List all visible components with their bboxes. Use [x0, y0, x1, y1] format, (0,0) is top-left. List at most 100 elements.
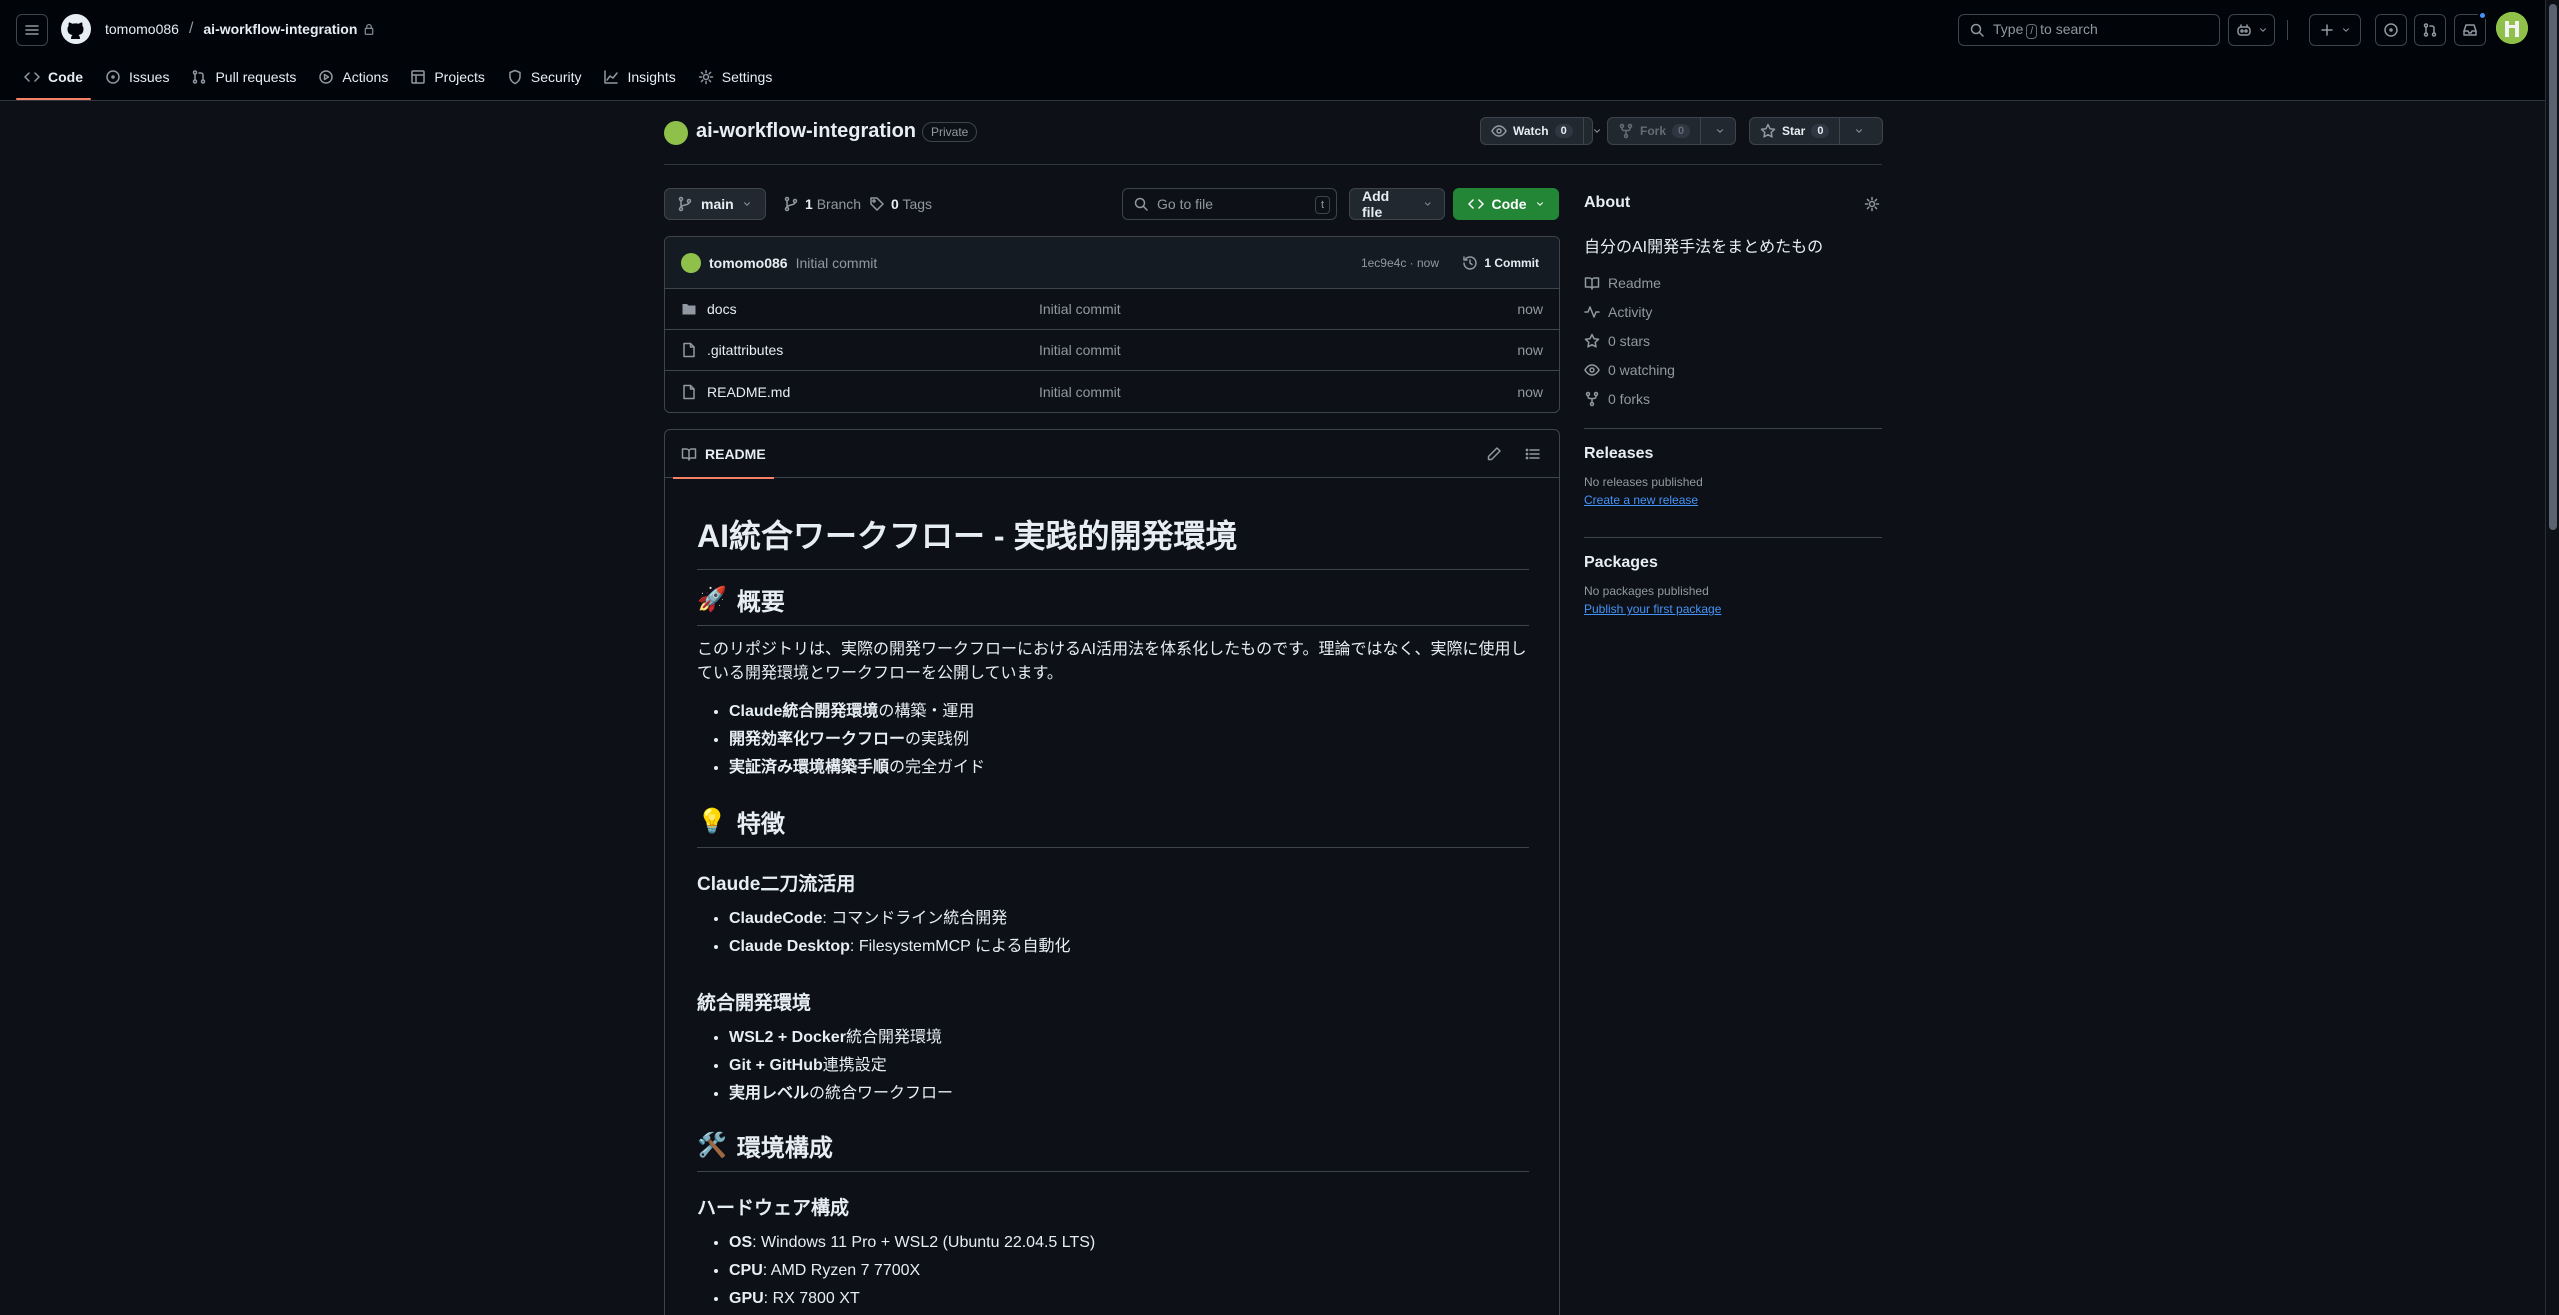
scrollbar-thumb[interactable] [2549, 4, 2557, 530]
claude-list: ClaudeCode: コマンドライン統合開発 Claude Desktop: … [729, 905, 1071, 961]
releases-heading[interactable]: Releases [1584, 445, 1882, 463]
packages-heading[interactable]: Packages [1584, 554, 1882, 572]
commit-meta[interactable]: 1ec9e4c · now [1361, 256, 1439, 270]
fork-label: Fork [1640, 124, 1667, 138]
pull-request-icon [193, 70, 206, 84]
table-icon [411, 70, 426, 84]
list-item: ClaudeCode: コマンドライン統合開発 [729, 905, 1071, 933]
go-to-file-input[interactable]: Go to file t [1122, 188, 1337, 220]
avatar-image [2496, 12, 2528, 44]
list-item-bold: Claude統合開発環境 [729, 703, 879, 720]
list-item-bold: GPU [729, 1290, 764, 1307]
list-item-text: 統合開発環境 [845, 1029, 942, 1046]
section-title: 概要 [736, 589, 785, 616]
latest-commit-row: tomomo086 Initial commit 1ec9e4c · now 1… [665, 237, 1559, 289]
user-avatar[interactable] [2496, 12, 2528, 44]
fork-button[interactable]: Fork 0 [1607, 117, 1736, 145]
pull-request-icon [2423, 23, 2437, 37]
owner-link[interactable]: tomomo086 [105, 21, 179, 37]
go-to-file-shortcut: t [1314, 196, 1330, 214]
repo-link[interactable]: ai-workflow-integration [203, 21, 357, 37]
file-name[interactable]: .gitattributes [707, 342, 783, 358]
about-link-stars[interactable]: 0 stars [1584, 333, 1650, 349]
shield-icon [509, 69, 521, 85]
file-name[interactable]: docs [707, 301, 737, 317]
copilot-button[interactable] [2228, 14, 2275, 46]
list-item: 開発効率化ワークフローの実践例 [729, 726, 985, 754]
tab-label: Code [48, 69, 83, 85]
list-item-bold: CPU [729, 1262, 763, 1279]
pull-requests-button[interactable] [2414, 14, 2446, 46]
list-item-text: の実践例 [905, 731, 970, 748]
file-row-docs[interactable]: docs Initial commit now [665, 289, 1559, 330]
star-dropdown[interactable] [1839, 118, 1878, 144]
star-button[interactable]: Star 0 [1749, 117, 1883, 145]
star-label: Star [1782, 124, 1806, 138]
list-item-text: : RX 7800 XT [763, 1290, 860, 1307]
create-release-link[interactable]: Create a new release [1584, 493, 1882, 507]
tags-link[interactable]: 0 Tags [869, 196, 932, 212]
gear-icon [698, 69, 713, 85]
github-logo-icon[interactable] [60, 13, 92, 45]
branches-link[interactable]: 1 Branch [783, 196, 861, 212]
watch-button[interactable]: Watch 0 [1480, 117, 1600, 145]
about-link-activity[interactable]: Activity [1584, 304, 1652, 320]
chevron-down-icon [2259, 28, 2266, 32]
list-item-bold: 実用レベル [729, 1085, 810, 1102]
add-file-button[interactable]: Add file [1349, 188, 1445, 220]
list-item-bold: OS [729, 1234, 753, 1251]
file-commit-message[interactable]: Initial commit [1039, 301, 1121, 317]
gear-icon[interactable] [1864, 196, 1880, 212]
search-input[interactable]: Type / to search [1958, 14, 2220, 46]
list-item-bold: Git + GitHub [729, 1057, 823, 1074]
tab-actions[interactable]: Actions [310, 62, 396, 92]
tab-projects[interactable]: Projects [402, 62, 493, 92]
about-link-watching[interactable]: 0 watching [1584, 362, 1675, 378]
outline-list-icon[interactable] [1525, 446, 1541, 462]
list-item-text: の完全ガイド [889, 759, 986, 776]
file-row-readme[interactable]: README.md Initial commit now [665, 371, 1559, 412]
tab-settings[interactable]: Settings [690, 62, 781, 92]
packages-empty-text: No packages published [1584, 584, 1709, 598]
publish-package-link[interactable]: Publish your first package [1584, 602, 1882, 616]
hardware-list: OS: Windows 11 Pro + WSL2 (Ubuntu 22.04.… [729, 1229, 1095, 1313]
code-dropdown-button[interactable]: Code [1453, 188, 1559, 220]
committer-name[interactable]: tomomo086 [709, 255, 788, 271]
file-commit-message[interactable]: Initial commit [1039, 384, 1121, 400]
branch-selector[interactable]: main [664, 188, 766, 220]
issues-button[interactable] [2375, 14, 2407, 46]
tab-security[interactable]: Security [499, 62, 590, 92]
list-item-text: : FilesystemMCP による自動化 [849, 938, 1071, 955]
fork-dropdown[interactable] [1700, 118, 1739, 144]
page-scrollbar[interactable] [2545, 0, 2559, 1315]
file-row-gitattributes[interactable]: .gitattributes Initial commit now [665, 330, 1559, 371]
pulse-icon [1584, 306, 1600, 318]
about-link-forks[interactable]: 0 forks [1584, 391, 1650, 407]
about-link-readme[interactable]: Readme [1584, 275, 1661, 291]
list-item: Claude統合開発環境の構築・運用 [729, 698, 985, 726]
tab-code[interactable]: Code [16, 62, 91, 100]
watch-dropdown[interactable] [1582, 118, 1610, 144]
about-link-label: 0 watching [1608, 362, 1675, 378]
menu-button[interactable] [16, 14, 48, 46]
commit-message[interactable]: Initial commit [796, 255, 878, 271]
tab-pull-requests[interactable]: Pull requests [183, 62, 304, 92]
tab-issues[interactable]: Issues [97, 62, 177, 92]
branch-icon [784, 196, 798, 212]
repo-title[interactable]: ai-workflow-integration [696, 120, 916, 143]
file-commit-message[interactable]: Initial commit [1039, 342, 1121, 358]
list-item-text: の構築・運用 [878, 703, 975, 720]
pencil-icon[interactable] [1486, 446, 1502, 462]
list-item-bold: 開発効率化ワークフロー [729, 731, 906, 748]
intro-paragraph: このリポジトリは、実際の開発ワークフローにおけるAI活用法を体系化したものです。… [697, 638, 1529, 686]
repo-owner-avatar[interactable] [664, 121, 688, 145]
file-name[interactable]: README.md [707, 384, 790, 400]
branch-count: 1 [805, 196, 813, 212]
tab-label: Insights [627, 69, 676, 85]
committer-avatar[interactable] [681, 252, 701, 273]
tab-insights[interactable]: Insights [595, 62, 683, 92]
readme-tab[interactable]: README [673, 430, 774, 479]
copilot-icon [2236, 24, 2251, 36]
create-new-button[interactable] [2309, 14, 2361, 46]
commits-link[interactable]: 1 Commit [1462, 255, 1539, 271]
